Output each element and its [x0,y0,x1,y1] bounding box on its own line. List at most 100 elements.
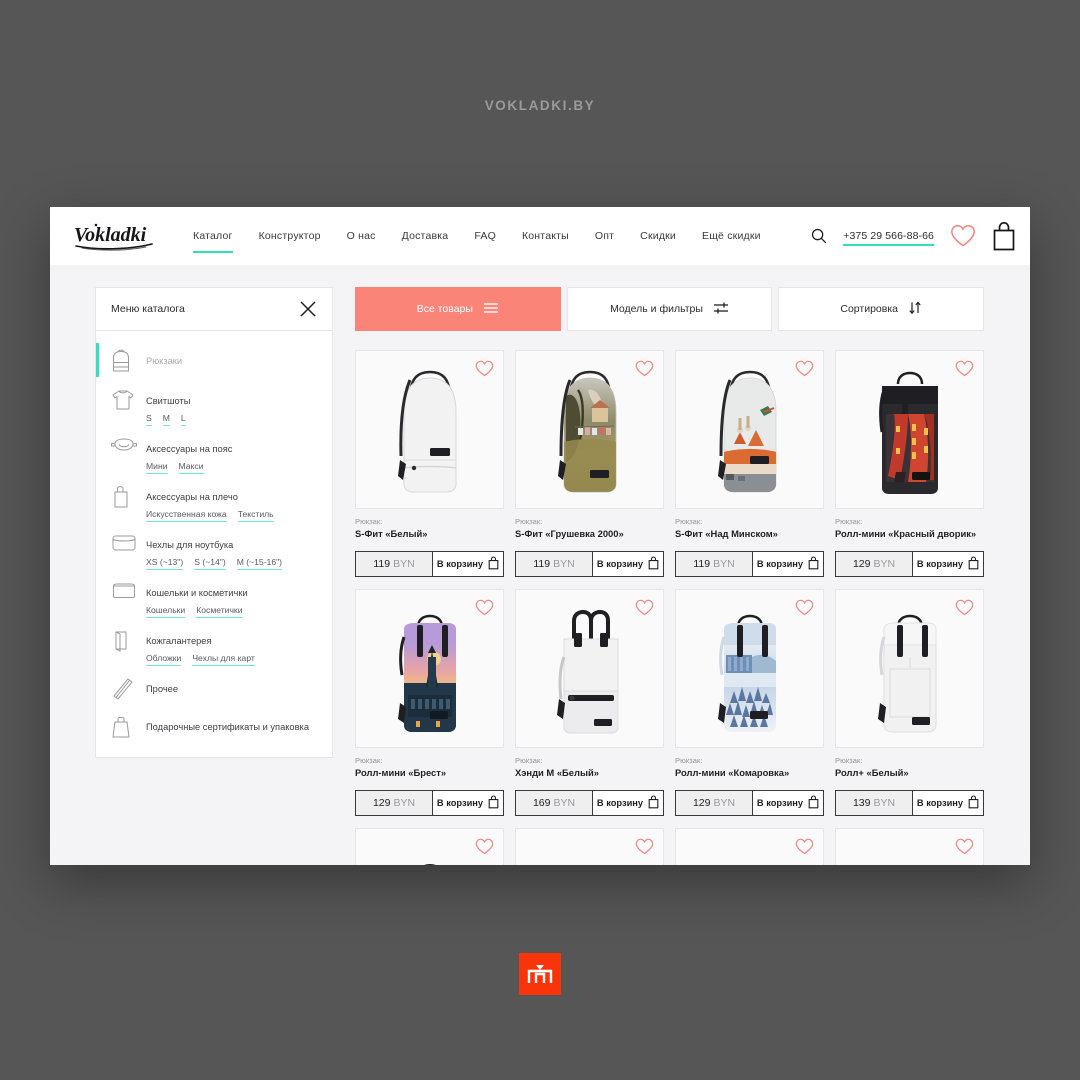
sidebar-item-laptop-sleeves[interactable]: Чехлы для ноутбука XS (~13") S (~14") M … [96,523,332,571]
shopping-bag-icon[interactable] [992,221,1016,251]
nav-item-contacts[interactable]: Контакты [509,207,582,265]
favorite-heart-icon[interactable] [475,838,494,860]
product-card[interactable]: Рюкзак: Ролл-мини «Комаровка» 129 BYN В … [675,589,824,816]
product-image[interactable] [675,828,824,865]
tab-sorting[interactable]: Сортировка [778,287,985,331]
product-image[interactable] [515,350,664,509]
sidebar-item-sweatshirts[interactable]: Свитшоты S M L [96,379,332,427]
sidebar-subitem[interactable]: Чехлы для карт [192,653,255,667]
nav-item-constructor[interactable]: Конструктор [246,207,334,265]
sidebar-subitem[interactable]: XS (~13") [146,557,184,571]
nav-item-about[interactable]: О нас [334,207,389,265]
nav-item-catalog[interactable]: Каталог [180,207,246,265]
favorite-heart-icon[interactable] [635,599,654,621]
product-card[interactable] [835,828,984,865]
search-icon[interactable] [811,228,827,244]
browser-window: Vokladki Каталог Конструктор О нас Доста… [50,207,1030,865]
add-to-cart-button[interactable]: В корзину [913,551,984,577]
product-card[interactable]: Рюкзак: Ролл-мини «Красный дворик» 129 B… [835,350,984,577]
sidebar-subitem[interactable]: Мини [146,461,168,475]
product-image[interactable] [355,350,504,509]
tab-model-and-filters[interactable]: Модель и фильтры [566,287,773,331]
sidebar-item-shoulder-accessories[interactable]: Аксессуары на плечо Искусственная кожа Т… [96,475,332,523]
price-currency: BYN [393,558,415,570]
add-to-cart-button[interactable]: В корзину [593,551,664,577]
sweatshirt-icon [110,386,140,423]
product-image[interactable] [835,828,984,865]
product-card[interactable]: Рюкзак: S-Фит «Над Минском» 119 BYN В ко… [675,350,824,577]
sidebar-subitem[interactable]: M (~15-16") [236,557,283,571]
m-logo-icon[interactable] [519,953,561,995]
product-card[interactable]: Рюкзак: Ролл+ «Белый» 139 BYN В корзину [835,589,984,816]
product-name: Ролл-мини «Красный дворик» [835,528,977,539]
nav-item-discounts[interactable]: Скидки [627,207,689,265]
product-image[interactable] [835,350,984,509]
add-to-cart-button[interactable]: В корзину [753,790,824,816]
add-to-cart-button[interactable]: В корзину [433,790,504,816]
sidebar-subitem[interactable]: M [162,413,171,427]
product-image[interactable] [515,828,664,865]
product-image[interactable] [515,589,664,748]
sidebar-item-label: Свитшоты [146,396,191,406]
sidebar-item-leather-goods[interactable]: Кожгалантерея Обложки Чехлы для карт [96,619,332,667]
product-card[interactable]: Рюкзак: Ролл-мини «Брест» 129 BYN В корз… [355,589,504,816]
nav-item-delivery[interactable]: Доставка [389,207,462,265]
sidebar-subitem[interactable]: Косметички [196,605,243,619]
sidebar-item-wallets[interactable]: Кошельки и косметички Кошельки Косметичк… [96,571,332,619]
product-image[interactable] [675,589,824,748]
sidebar-subitem[interactable]: L [180,413,186,427]
price-currency: BYN [873,797,896,809]
sidebar-item-belt-accessories[interactable]: Аксессуары на пояс Мини Макси [96,427,332,475]
product-image[interactable] [355,589,504,748]
add-to-cart-button[interactable]: В корзину [753,551,824,577]
product-name: Ролл+ «Белый» [835,767,909,778]
sidebar-item-gift-certificates[interactable]: Подарочные сертификаты и упаковка [96,705,332,745]
nav-item-faq[interactable]: FAQ [461,207,509,265]
wallet-icon [110,578,140,615]
nav-item-wholesale[interactable]: Опт [582,207,627,265]
product-card[interactable] [515,828,664,865]
close-icon[interactable] [298,299,318,319]
sidebar-subitem[interactable]: S [146,413,152,427]
sidebar-subitem[interactable]: Кошельки [146,605,186,619]
product-card[interactable] [675,828,824,865]
site-logo[interactable]: Vokladki [72,219,158,253]
sidebar-subitem[interactable]: Искусственная кожа [146,509,227,523]
favorite-heart-icon[interactable] [635,360,654,382]
favorite-heart-icon[interactable] [475,360,494,382]
sidebar-subitem[interactable]: Текстиль [237,509,274,523]
sidebar-subitem[interactable]: S (~14") [194,557,227,571]
favorite-heart-icon[interactable] [795,838,814,860]
sidebar-item-misc[interactable]: Прочее [96,667,332,705]
favorite-heart-icon[interactable] [795,360,814,382]
sidebar-item-label: Подарочные сертификаты и упаковка [146,722,309,732]
product-name: Ролл-мини «Комаровка» [675,767,790,778]
price-value: 119 [373,558,391,570]
favorite-heart-icon[interactable] [955,838,974,860]
nav-item-more-discounts[interactable]: Ещё скидки [689,207,774,265]
add-to-cart-button[interactable]: В корзину [433,551,504,577]
favorite-heart-icon[interactable] [955,360,974,382]
product-image[interactable] [835,589,984,748]
favorite-heart-icon[interactable] [955,599,974,621]
heart-icon[interactable] [950,224,976,248]
add-to-cart-button[interactable]: В корзину [913,790,984,816]
sidebar-item-backpacks[interactable]: Рюкзаки [96,339,332,379]
tab-all-products[interactable]: Все товары [355,287,561,331]
favorite-heart-icon[interactable] [475,599,494,621]
favorite-heart-icon[interactable] [635,838,654,860]
product-buy-row: 129 BYN В корзину [355,790,504,816]
product-card[interactable]: Рюкзак: S-Фит «Белый» 119 BYN В корзину [355,350,504,577]
product-price: 129 BYN [675,790,753,816]
product-image[interactable] [355,828,504,865]
sidebar-subitem[interactable]: Макси [178,461,204,475]
product-card[interactable]: Рюкзак: Хэнди М «Белый» 169 BYN В корзин… [515,589,664,816]
product-card[interactable] [355,828,504,865]
product-image[interactable] [675,350,824,509]
phone-number[interactable]: +375 29 566-88-66 [843,230,934,246]
add-to-cart-button[interactable]: В корзину [593,790,664,816]
favorite-heart-icon[interactable] [795,599,814,621]
shopping-bag-icon [808,556,819,572]
sidebar-subitem[interactable]: Обложки [146,653,182,667]
product-card[interactable]: Рюкзак: S-Фит «Грушевка 2000» 119 BYN В … [515,350,664,577]
